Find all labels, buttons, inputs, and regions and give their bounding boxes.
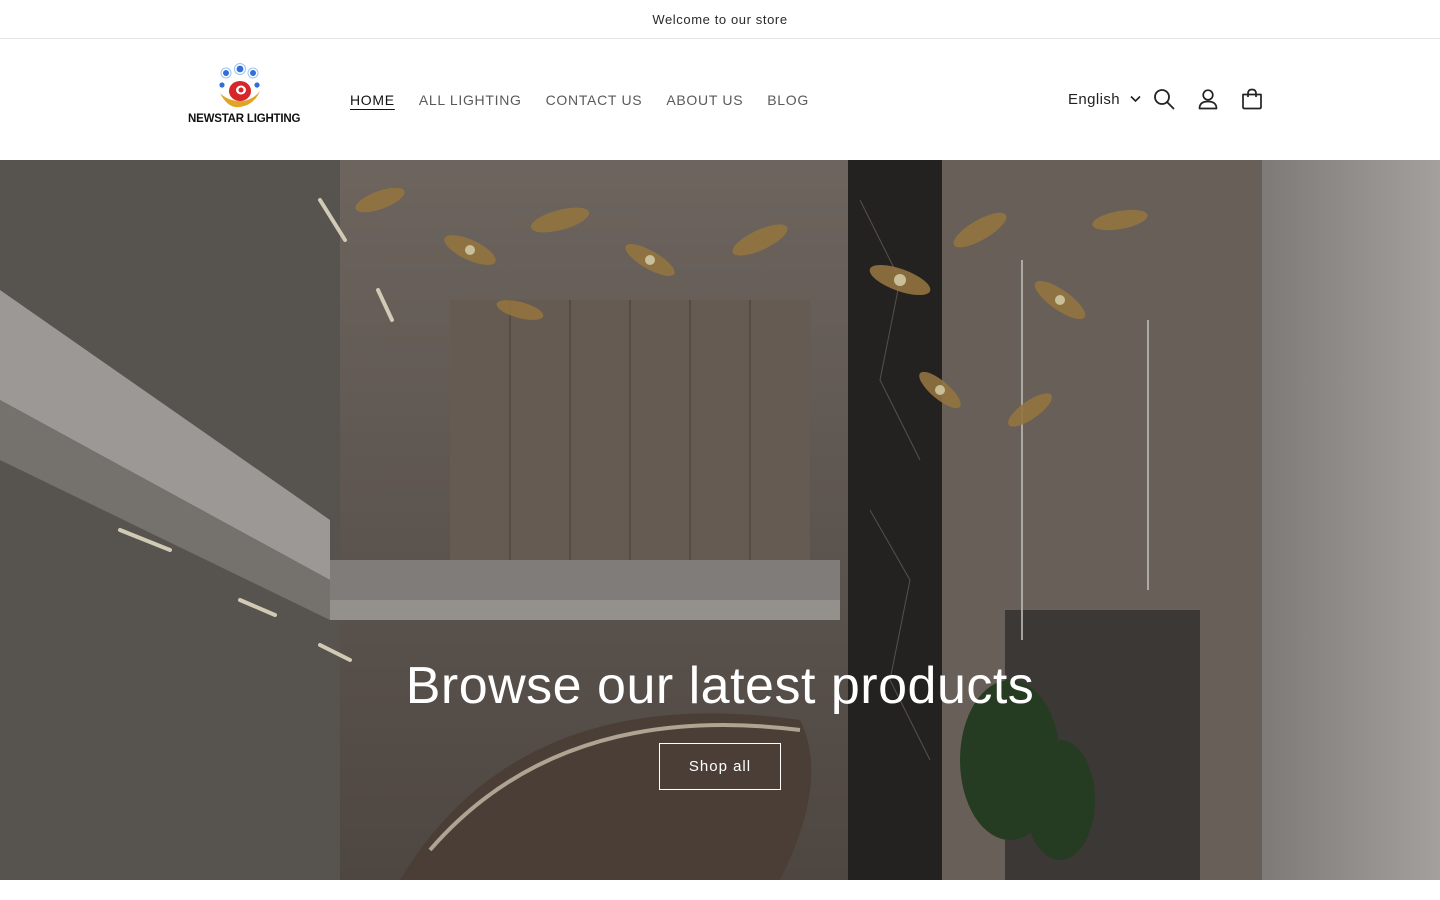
announcement-bar: Welcome to our store — [0, 0, 1440, 39]
page-bottom-strip — [0, 880, 1440, 900]
site-logo[interactable]: NEWSTAR LIGHTING — [180, 63, 300, 137]
nav-blog[interactable]: BLOG — [755, 92, 821, 108]
nav-contact-us[interactable]: CONTACT US — [534, 92, 655, 108]
site-header: NEWSTAR LIGHTING HOME ALL LIGHTING CONTA… — [0, 39, 1440, 160]
language-selector[interactable]: English — [1068, 87, 1141, 111]
logo-text: NEWSTAR LIGHTING — [188, 113, 301, 125]
language-label: English — [1068, 90, 1120, 108]
account-button[interactable] — [1192, 83, 1224, 115]
cart-button[interactable] — [1236, 83, 1268, 115]
nav-home[interactable]: HOME — [338, 92, 407, 108]
main-nav: HOME ALL LIGHTING CONTACT US ABOUT US BL… — [338, 39, 821, 160]
shop-all-button[interactable]: Shop all — [659, 743, 781, 790]
hero-title: Browse our latest products — [405, 657, 1035, 715]
search-button[interactable] — [1148, 83, 1180, 115]
account-icon — [1198, 89, 1218, 110]
cart-icon — [1242, 88, 1262, 110]
announcement-text: Welcome to our store — [652, 11, 788, 27]
nav-about-us[interactable]: ABOUT US — [654, 92, 755, 108]
nav-all-lighting[interactable]: ALL LIGHTING — [407, 92, 534, 108]
search-icon — [1154, 89, 1175, 110]
logo-mark-icon — [219, 63, 260, 108]
chevron-down-icon — [1130, 95, 1141, 103]
hero-banner: Browse our latest products Shop all — [0, 160, 1440, 880]
